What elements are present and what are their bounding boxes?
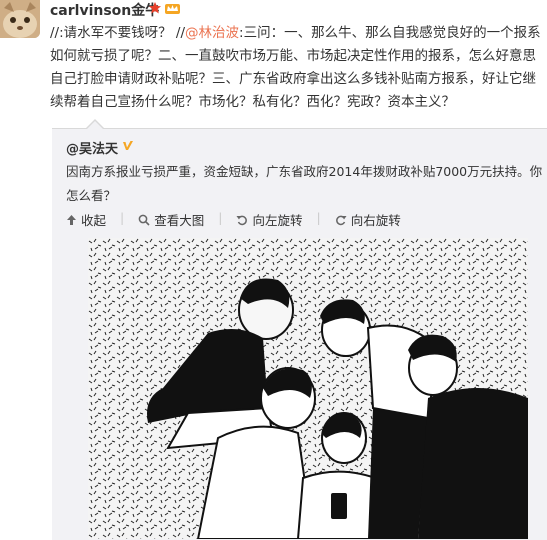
post-text: //:请水军不要钱呀？ //@林治波:三问：一、那么牛、那么自我感觉良好的一个报… <box>50 22 547 114</box>
illustration <box>88 238 528 539</box>
post-line-1: //:请水军不要钱呀？ //@林治波:三问：一、那么牛、那么自我感觉良好的一个报… <box>50 25 541 41</box>
divider: | <box>120 210 125 225</box>
media-toolbar: 收起 | 查看大图 | 向左旋转 | 向右旋转 <box>66 210 401 229</box>
divider: | <box>218 210 223 225</box>
member-crown-icon[interactable] <box>164 1 181 15</box>
divider: | <box>316 210 321 225</box>
collapse-icon <box>67 214 76 225</box>
mention-link[interactable]: @林治波 <box>185 25 239 41</box>
original-text: 因南方系报业亏损严重，资金短缺，广东省政府2014年拨财政补贴7000万元扶持。… <box>66 164 543 203</box>
rotate-right-button[interactable]: 向右旋转 <box>335 210 401 229</box>
view-large-button[interactable]: 查看大图 <box>138 210 204 229</box>
magnifier-icon <box>138 214 150 226</box>
post-image[interactable] <box>88 238 528 539</box>
rotate-right-icon <box>335 215 347 225</box>
original-author[interactable]: @吴法天 <box>66 138 118 157</box>
star-icon <box>149 2 161 14</box>
avatar[interactable] <box>0 0 40 38</box>
post-line-4: 续帮着自己宣扬什么呢？市场化？私有化？西化？宪政？资本主义？ <box>50 94 455 110</box>
post-line-2: 如何就亏损了呢？二、一直鼓吹市场万能、市场起决定性作用的报系，怎么好意思 <box>50 48 536 64</box>
user-badges <box>148 1 181 15</box>
collapse-button[interactable]: 收起 <box>66 210 106 229</box>
post-line-3: 自己打脸申请财政补贴呢？三、广东省政府拿出这么多钱补贴南方报系，好让它继 <box>50 71 536 87</box>
username[interactable]: carlvinson金牛 <box>50 0 159 20</box>
rotate-left-button[interactable]: 向左旋转 <box>236 210 302 229</box>
rotate-left-icon <box>236 215 248 225</box>
verified-icon <box>123 141 133 150</box>
